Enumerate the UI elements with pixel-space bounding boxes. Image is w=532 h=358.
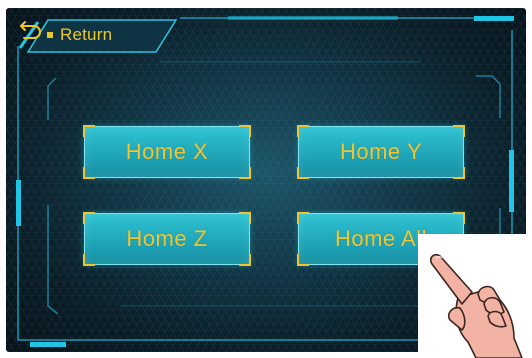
home-z-label: Home Z — [126, 226, 208, 251]
corner-accent — [297, 254, 309, 266]
corner-accent — [297, 167, 309, 179]
corner-accent — [297, 125, 309, 137]
home-z-button[interactable]: Home Z — [83, 212, 251, 266]
bullet-icon — [47, 32, 53, 38]
corner-accent — [239, 167, 251, 179]
home-all-label: Home All — [334, 226, 428, 251]
screen: Return Home X Home Y Home Z Home All — [0, 0, 532, 358]
return-label: Return — [60, 25, 113, 44]
return-arrow-icon — [20, 21, 41, 39]
corner-accent — [83, 254, 95, 266]
return-button[interactable]: Return — [18, 18, 178, 53]
corner-accent — [297, 212, 309, 224]
corner-accent — [453, 167, 465, 179]
hand-overlay — [418, 234, 532, 358]
corner-accent — [239, 125, 251, 137]
corner-accent — [83, 212, 95, 224]
corner-accent — [453, 125, 465, 137]
corner-accent — [83, 125, 95, 137]
home-y-label: Home Y — [339, 139, 423, 164]
home-x-label: Home X — [125, 139, 209, 164]
corner-accent — [239, 254, 251, 266]
corner-accent — [83, 167, 95, 179]
corner-accent — [453, 212, 465, 224]
home-x-button[interactable]: Home X — [83, 125, 251, 179]
home-y-button[interactable]: Home Y — [297, 125, 465, 179]
corner-accent — [239, 212, 251, 224]
pointing-hand-icon — [429, 253, 523, 358]
